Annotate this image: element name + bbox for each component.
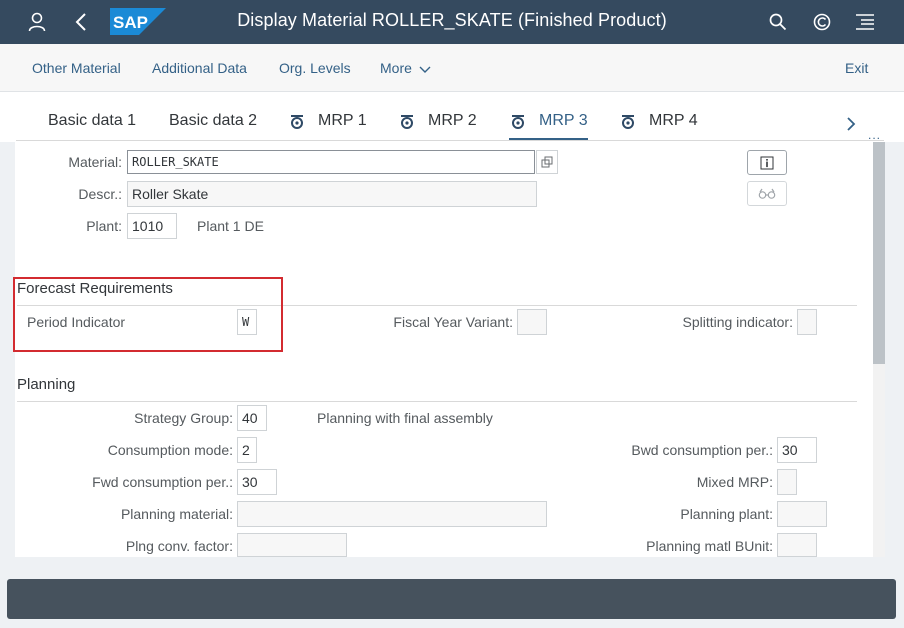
planning-section-title: Planning — [17, 376, 76, 393]
tab-separator — [16, 140, 884, 141]
mixed-mrp-field[interactable] — [777, 469, 797, 495]
open-material-button[interactable] — [536, 150, 558, 174]
planning-material-field[interactable] — [237, 501, 547, 527]
planning-plant-label: Planning plant: — [680, 506, 773, 522]
bwd-consumption-field[interactable]: 30 — [777, 437, 817, 463]
tab-bar: Basic data 1 Basic data 2 MRP 1 MRP 2 MR… — [0, 92, 904, 142]
gear-icon — [291, 115, 303, 129]
info-button[interactable] — [747, 150, 787, 175]
strategy-group-description: Planning with final assembly — [317, 410, 493, 426]
tab-overflow-button[interactable]: ... — [868, 128, 881, 142]
plng-conv-factor-label: Plng conv. factor: — [125, 538, 233, 554]
consumption-mode-field[interactable]: 2 — [237, 437, 257, 463]
menu-icon[interactable] — [851, 0, 879, 44]
highlight-box — [13, 277, 283, 352]
splitting-indicator-label: Splitting indicator: — [682, 314, 793, 330]
section-divider — [17, 401, 857, 402]
copilot-icon[interactable] — [808, 0, 836, 44]
description-field[interactable]: Roller Skate — [127, 181, 537, 207]
tab-mrp-3[interactable]: MRP 3 — [509, 112, 588, 141]
planning-matl-bunit-label: Planning matl BUnit: — [646, 538, 773, 554]
tab-label: MRP 1 — [318, 112, 367, 129]
fwd-consumption-field[interactable]: 30 — [237, 469, 277, 495]
planning-plant-field[interactable] — [777, 501, 827, 527]
svg-text:SAP: SAP — [113, 13, 148, 32]
sap-logo: SAP — [110, 8, 166, 35]
page-title: Display Material ROLLER_SKATE (Finished … — [237, 10, 667, 30]
more-button-label: More — [380, 60, 412, 76]
display-button[interactable] — [747, 181, 787, 206]
tab-label: MRP 4 — [649, 112, 698, 129]
material-label: Material: — [68, 154, 122, 170]
additional-data-button[interactable]: Additional Data — [152, 44, 247, 92]
tab-mrp-1[interactable]: MRP 1 — [288, 112, 367, 140]
gear-icon — [401, 115, 413, 129]
splitting-indicator-field[interactable] — [797, 309, 817, 335]
chevron-down-icon — [419, 45, 431, 93]
tab-basic-data-1[interactable]: Basic data 1 — [48, 112, 136, 140]
plant-field[interactable]: 1010 — [127, 213, 177, 239]
gear-icon — [622, 115, 634, 129]
other-material-button[interactable]: Other Material — [32, 44, 121, 92]
shell-bar: SAP Display Material ROLLER_SKATE (Finis… — [0, 0, 904, 44]
tab-mrp-4[interactable]: MRP 4 — [619, 112, 698, 140]
toolbar: Other Material Additional Data Org. Leve… — [0, 44, 904, 92]
info-icon — [760, 156, 774, 169]
org-levels-button[interactable]: Org. Levels — [279, 44, 351, 92]
planning-matl-bunit-field[interactable] — [777, 533, 817, 557]
chevron-right-icon[interactable] — [845, 116, 857, 137]
strategy-group-label: Strategy Group: — [134, 410, 233, 426]
more-button[interactable]: More — [380, 44, 431, 92]
tab-label: Basic data 1 — [48, 112, 137, 129]
descr-label: Descr.: — [78, 186, 122, 202]
plng-conv-factor-field[interactable] — [237, 533, 347, 557]
tab-basic-data-2[interactable]: Basic data 2 — [169, 112, 257, 140]
back-icon[interactable] — [67, 0, 95, 44]
plant-label: Plant: — [86, 218, 122, 234]
tab-label: MRP 2 — [428, 112, 477, 129]
strategy-group-field[interactable]: 40 — [237, 405, 267, 431]
fiscal-year-variant-label: Fiscal Year Variant: — [393, 314, 513, 330]
tab-label: MRP 3 — [539, 112, 588, 129]
consumption-mode-label: Consumption mode: — [107, 442, 233, 458]
search-icon[interactable] — [764, 0, 792, 44]
user-icon[interactable] — [23, 0, 51, 44]
mixed-mrp-label: Mixed MRP: — [696, 474, 773, 490]
exit-button[interactable]: Exit — [845, 44, 868, 92]
bwd-consumption-label: Bwd consumption per.: — [631, 442, 773, 458]
fwd-consumption-label: Fwd consumption per.: — [92, 474, 233, 490]
footer-bar — [7, 579, 896, 619]
glasses-icon — [758, 188, 776, 199]
gear-icon — [512, 115, 524, 129]
open-external-icon — [541, 156, 553, 168]
scrollbar-thumb[interactable] — [873, 142, 885, 364]
tab-label: Basic data 2 — [169, 112, 258, 129]
plant-description: Plant 1 DE — [197, 218, 264, 234]
tab-mrp-2[interactable]: MRP 2 — [398, 112, 477, 140]
fiscal-year-variant-field[interactable] — [517, 309, 547, 335]
material-field[interactable]: ROLLER_SKATE — [127, 150, 535, 174]
planning-material-label: Planning material: — [120, 506, 233, 522]
